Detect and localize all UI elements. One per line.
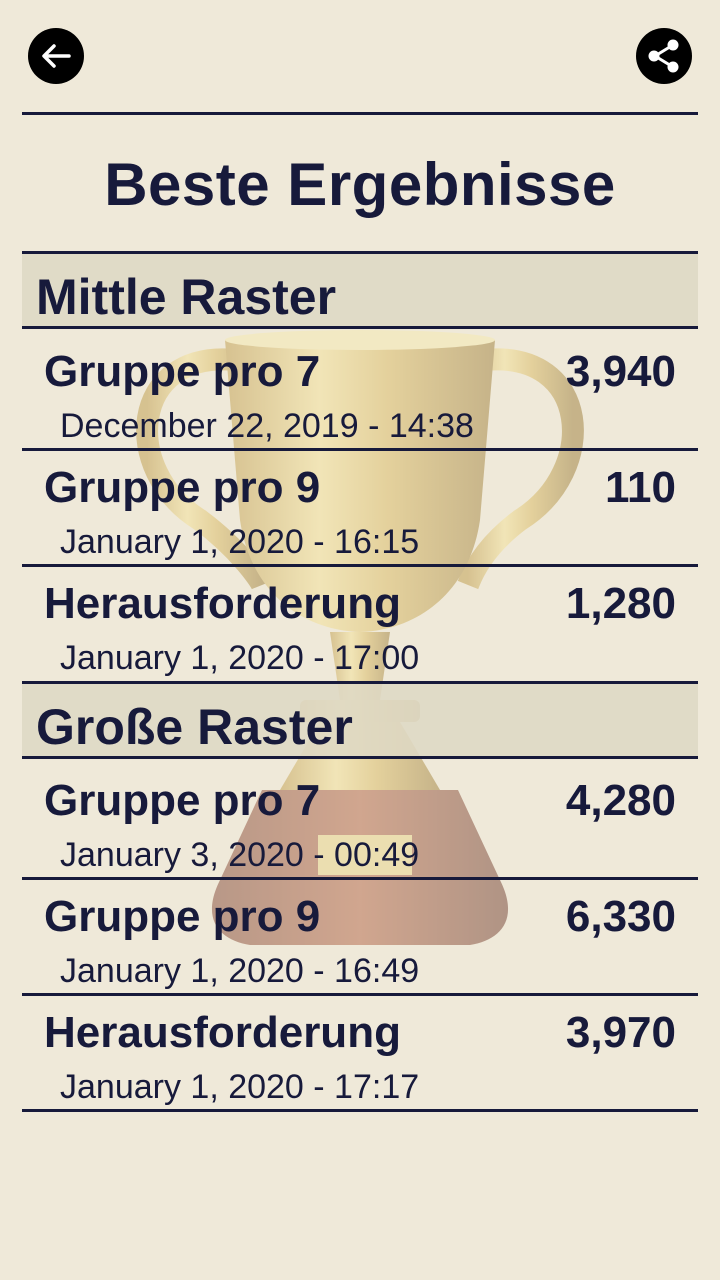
result-name: Gruppe pro 9 — [44, 892, 321, 941]
result-date: January 1, 2020 - 16:15 — [60, 523, 420, 561]
result-row[interactable]: Gruppe pro 9 110 January 1, 2020 - 16:15 — [22, 449, 698, 565]
back-button[interactable] — [28, 28, 84, 84]
result-name: Herausforderung — [44, 1008, 401, 1057]
arrow-left-icon — [42, 44, 71, 68]
result-score: 1,280 — [565, 579, 676, 628]
result-date: January 3, 2020 - 00:49 — [60, 836, 420, 874]
share-icon — [648, 39, 679, 73]
result-row[interactable]: Gruppe pro 9 6,330 January 1, 2020 - 16:… — [22, 878, 698, 994]
result-name: Gruppe pro 7 — [44, 776, 321, 825]
result-date: January 1, 2020 - 16:49 — [60, 952, 420, 990]
section-header-mittle-raster: Mittle Raster — [22, 251, 698, 329]
section-title: Große Raster — [36, 699, 353, 755]
result-date: December 22, 2019 - 14:38 — [60, 407, 474, 445]
result-name: Herausforderung — [44, 579, 401, 628]
result-date: January 1, 2020 - 17:17 — [60, 1068, 420, 1106]
result-row[interactable]: Herausforderung 1,280 January 1, 2020 - … — [22, 565, 698, 681]
result-row[interactable]: Herausforderung 3,970 January 1, 2020 - … — [22, 994, 698, 1110]
share-button[interactable] — [636, 28, 692, 84]
result-date: January 1, 2020 - 17:00 — [60, 639, 420, 677]
result-name: Gruppe pro 9 — [44, 463, 321, 512]
screen: Beste Ergebnisse Mittle Raster Gruppe pr… — [0, 0, 720, 1280]
result-name: Gruppe pro 7 — [44, 347, 321, 396]
result-score: 110 — [605, 463, 676, 512]
result-score: 6,330 — [565, 892, 676, 941]
section-title: Mittle Raster — [36, 269, 337, 325]
section-header-grosse-raster: Große Raster — [22, 681, 698, 759]
result-score: 3,970 — [565, 1008, 676, 1057]
page-title: Beste Ergebnisse — [104, 151, 616, 218]
top-divider — [22, 112, 698, 115]
result-row[interactable]: Gruppe pro 7 4,280 January 3, 2020 - 00:… — [22, 762, 698, 878]
result-score: 4,280 — [565, 776, 676, 825]
bottom-divider — [22, 1109, 698, 1112]
result-row[interactable]: Gruppe pro 7 3,940 December 22, 2019 - 1… — [22, 333, 698, 449]
result-score: 3,940 — [565, 347, 676, 396]
